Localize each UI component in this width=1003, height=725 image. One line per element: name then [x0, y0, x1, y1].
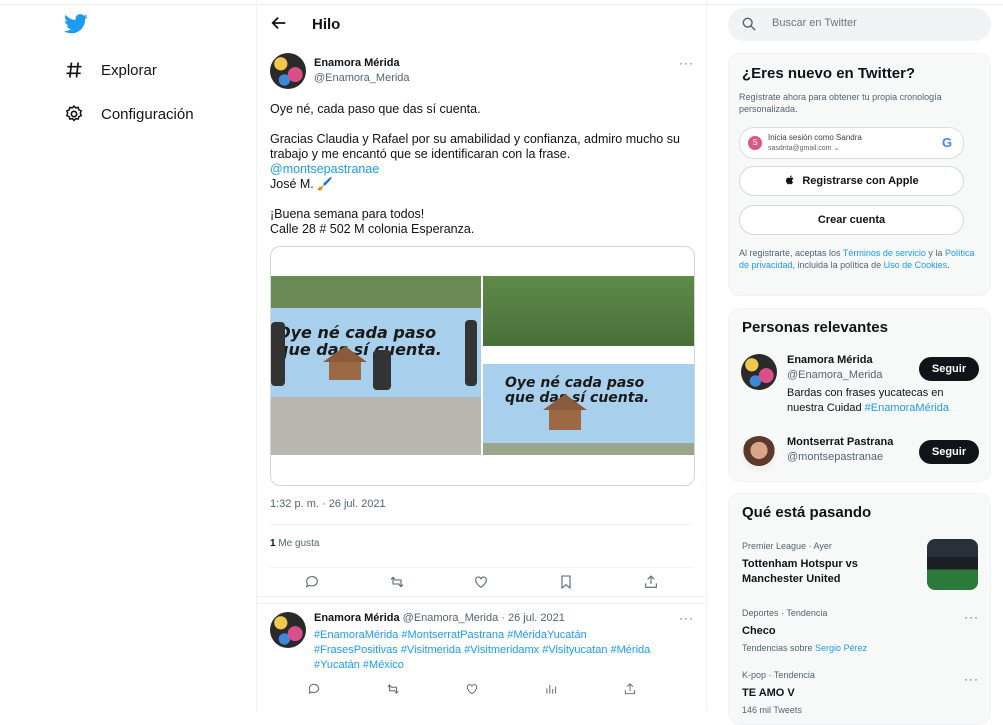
tweet-line: ¡Buena semana para todos! [270, 207, 425, 221]
main-column: Hilo Enamora Mérida @Enamora_Merida ··· … [256, 0, 707, 711]
mural-photo-2[interactable]: Oye né cada paso que das sí cuenta. [483, 276, 694, 455]
person-handle[interactable]: @montsepastranae [787, 451, 883, 463]
more-options-icon[interactable]: ··· [679, 57, 693, 72]
avatar[interactable] [741, 436, 777, 472]
search-icon [742, 17, 758, 33]
author-handle-date[interactable]: @Enamora_Merida · 26 jul. 2021 [403, 612, 565, 624]
author-handle[interactable]: @Enamora_Merida [314, 72, 410, 84]
reply-hashtags: #EnamoraMérida #MontserratPastrana #Méri… [314, 628, 684, 673]
person-name[interactable]: Enamora Mérida [787, 354, 873, 366]
mural-photo-1[interactable]: Oye né cada paso que das sí cuenta. [271, 276, 481, 455]
nav-item-configuracion[interactable]: Configuración [62, 99, 194, 129]
tweet-timestamp[interactable]: 1:32 p. m. · 26 jul. 2021 [270, 498, 386, 510]
mural-text: Oye né cada paso que das sí cuenta. [505, 375, 650, 406]
reply-tweet[interactable]: Enamora Mérida @Enamora_Merida · 26 jul.… [257, 603, 706, 712]
like-icon[interactable] [465, 682, 479, 702]
bookmark-icon[interactable] [556, 572, 576, 592]
legal-text: Al registrarte, aceptas los Términos de … [739, 248, 975, 270]
person-item[interactable]: Enamora Mérida @Enamora_Merida Bardas co… [741, 354, 981, 424]
tweet-line: Gracias Claudia y Rafael por su amabilid… [270, 132, 680, 161]
google-account-email: sasdrita@gmail.com ⌄ [768, 145, 840, 152]
trend-title: TE AMO V [742, 687, 795, 699]
share-icon[interactable] [623, 682, 637, 702]
right-sidebar: ¿Eres nuevo en Twitter? Regístrate ahora… [728, 0, 991, 725]
trend-note: Tendencias sobre Sergio Pérez [742, 643, 868, 653]
hashtag-icon [62, 58, 86, 82]
more-options-icon[interactable]: ··· [964, 673, 978, 688]
more-options-icon[interactable]: ··· [679, 612, 693, 627]
tweet-actions [270, 568, 693, 596]
trends-title: Qué está pasando [742, 504, 872, 521]
page-title: Hilo [312, 16, 341, 33]
twitter-logo-icon[interactable] [64, 14, 88, 36]
hashtag-line[interactable]: #FrasesPositivas #Visitmerida #Visitmeri… [314, 643, 684, 658]
signup-card: ¿Eres nuevo en Twitter? Regístrate ahora… [728, 53, 991, 296]
share-icon[interactable] [641, 572, 661, 592]
signup-title: ¿Eres nuevo en Twitter? [742, 65, 916, 82]
thread-header: Hilo [257, 5, 706, 45]
tweet-line: Oye né, cada paso que das sí cuenta. [270, 102, 481, 116]
person-handle[interactable]: @Enamora_Merida [787, 369, 883, 381]
chevron-down-icon: ⌄ [833, 145, 840, 152]
create-account-button[interactable]: Crear cuenta [739, 205, 964, 235]
retweet-icon[interactable] [386, 682, 400, 702]
analytics-icon[interactable] [544, 682, 558, 702]
google-logo-icon: G [942, 135, 953, 150]
reply-header: Enamora Mérida @Enamora_Merida · 26 jul.… [314, 612, 565, 624]
mention-link[interactable]: @montsepastranae [270, 162, 379, 176]
reply-icon[interactable] [302, 572, 322, 592]
avatar[interactable] [741, 354, 777, 390]
more-options-icon[interactable]: ··· [964, 611, 978, 626]
follow-button[interactable]: Seguir [919, 440, 979, 464]
trend-note: 146 mil Tweets [742, 705, 802, 715]
left-nav: Explorar Configuración [0, 0, 256, 711]
trend-thumbnail[interactable] [927, 539, 978, 590]
google-account-avatar: S [748, 136, 762, 150]
trend-title: Tottenham Hotspur vs Manchester United [742, 558, 858, 585]
trend-context: K-pop · Tendencia [742, 670, 815, 680]
retweet-icon[interactable] [387, 572, 407, 592]
signup-subtitle: Regístrate ahora para obtener tu propia … [739, 92, 942, 114]
google-signin-label: Inicia sesión como Sandra [768, 133, 862, 142]
reply-actions [307, 682, 637, 702]
trend-title: Checo [742, 625, 776, 637]
person-item[interactable]: Montserrat Pastrana @montsepastranae Seg… [741, 436, 981, 476]
person-name[interactable]: Montserrat Pastrana [787, 436, 893, 448]
gear-icon [62, 102, 86, 126]
person-bio: Bardas con frases yucatecas en nuestra C… [787, 387, 950, 414]
trends-card: Qué está pasando Premier League · Ayer T… [728, 493, 991, 725]
people-title: Personas relevantes [742, 319, 888, 336]
cookies-link[interactable]: Uso de Cookies [884, 260, 948, 270]
google-signin-button[interactable]: S Inicia sesión como Sandra sasdrita@gma… [739, 127, 964, 159]
apple-icon [784, 174, 796, 189]
hashtag-link[interactable]: #EnamoraMérida [865, 402, 949, 414]
terms-link[interactable]: Términos de servicio [843, 248, 926, 258]
trend-item[interactable]: Deportes · Tendencia Checo Tendencias so… [742, 608, 978, 653]
author-name[interactable]: Enamora Mérida [314, 57, 400, 69]
tweet-text: Oye né, cada paso que das sí cuenta. Gra… [270, 102, 690, 237]
avatar[interactable] [270, 53, 306, 89]
tweet-media[interactable]: Oye né cada paso que das sí cuenta. Oye … [270, 246, 695, 486]
trend-link[interactable]: Sergio Pérez [815, 643, 867, 653]
reply-icon[interactable] [307, 682, 321, 702]
author-name[interactable]: Enamora Mérida [314, 612, 400, 624]
nav-item-label: Explorar [101, 61, 157, 79]
trend-item[interactable]: K-pop · Tendencia TE AMO V 146 mil Tweet… [742, 670, 978, 715]
tweet-signature: José M. 🖌️ [270, 177, 333, 191]
nav-item-label: Configuración [101, 105, 194, 123]
relevant-people-card: Personas relevantes Enamora Mérida @Enam… [728, 308, 991, 482]
hashtag-line[interactable]: #EnamoraMérida #MontserratPastrana #Méri… [314, 628, 684, 643]
trend-context: Deportes · Tendencia [742, 608, 828, 618]
search-input[interactable] [770, 16, 974, 30]
tweet-line: Calle 28 # 502 M colonia Esperanza. [270, 222, 475, 236]
avatar[interactable] [270, 612, 306, 648]
back-arrow-icon[interactable] [270, 14, 290, 34]
nav-item-explorar[interactable]: Explorar [62, 55, 157, 85]
likes-count[interactable]: 1 Me gusta [270, 538, 319, 549]
hashtag-line[interactable]: #Yucatán #México [314, 658, 684, 673]
apple-signup-button[interactable]: Registrarse con Apple [739, 166, 964, 196]
search-box[interactable] [728, 8, 991, 41]
like-icon[interactable] [471, 572, 491, 592]
follow-button[interactable]: Seguir [919, 357, 979, 381]
